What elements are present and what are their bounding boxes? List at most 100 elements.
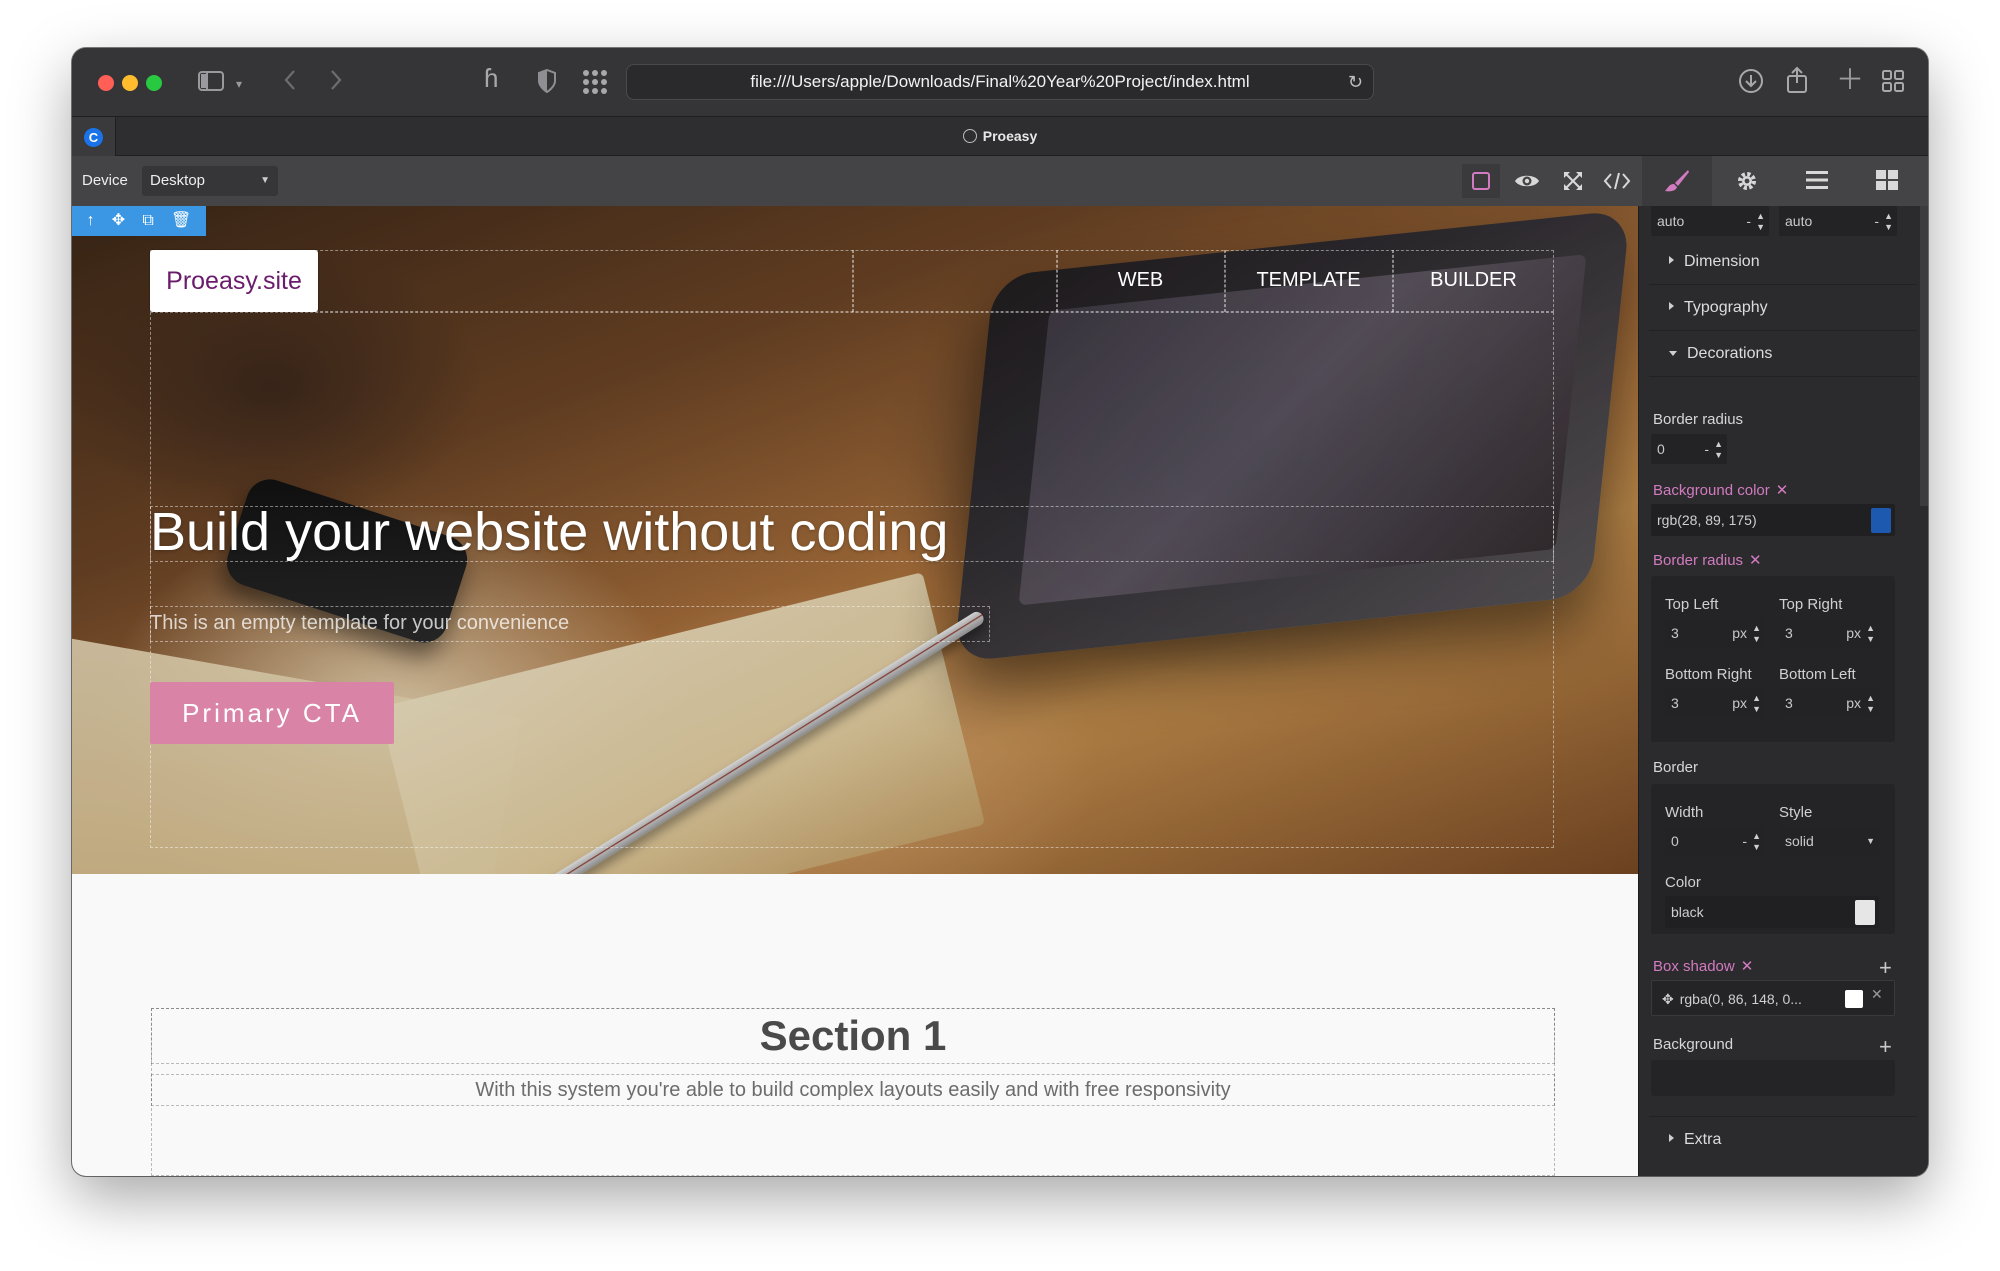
stepper-arrows-icon[interactable]: ▲ ▼ [1756,206,1765,233]
address-bar[interactable]: file:///Users/apple/Downloads/Final%20Ye… [626,64,1374,100]
chevron-down-icon[interactable]: ▾ [236,72,242,96]
forward-arrow-icon[interactable] [328,68,344,92]
top-left-field[interactable]: 3 px ▲ ▼ [1665,618,1765,648]
box-shadow-color-swatch[interactable] [1845,990,1863,1008]
minimize-window-button[interactable] [122,75,138,91]
add-background-plus-icon[interactable]: + [1879,1036,1892,1058]
bottom-left-field[interactable]: 3 px ▲ ▼ [1779,688,1879,718]
reload-icon[interactable]: ↻ [1348,65,1363,99]
clone-icon[interactable]: ⧉ [142,206,153,236]
section-title[interactable]: Section 1 [151,1008,1555,1064]
editor-canvas[interactable]: Proeasy.site WEB TEMPLATE BUILDER Build … [72,206,1638,1176]
sw-visibility-button[interactable] [1462,164,1500,198]
tab-overview-icon[interactable] [1882,70,1904,92]
tab-title: Proeasy [982,128,1038,144]
stepper-arrows-icon[interactable]: ▲ ▼ [1752,688,1761,715]
chevron-down-icon: ▼ [260,175,270,186]
device-select-value: Desktop [150,172,206,189]
background-label: Background [1653,1036,1734,1053]
border-width-field[interactable]: 0- ▲ ▼ [1665,826,1765,856]
border-color-swatch[interactable] [1855,900,1875,925]
border-color-input[interactable]: black [1665,896,1879,928]
zoom-window-button[interactable] [146,75,162,91]
stepper-arrows-icon[interactable]: ▲ ▼ [1752,826,1761,853]
top-right-field[interactable]: 3 px ▲ ▼ [1779,618,1879,648]
nav-link-builder[interactable]: BUILDER [1393,250,1554,310]
hero-section[interactable]: Proeasy.site WEB TEMPLATE BUILDER Build … [72,206,1638,874]
style-manager-tab[interactable] [1642,156,1712,206]
position-field-2[interactable]: auto - ▲ ▼ [1779,206,1897,236]
border-width-label: Width [1665,804,1704,821]
sector-typography[interactable]: Typography [1649,285,1917,331]
back-arrow-icon[interactable] [282,68,298,92]
border-color-label: Color [1665,874,1701,891]
clear-property-icon[interactable]: ✕ [1749,552,1762,569]
move-icon[interactable]: ✥ [1662,991,1674,1007]
select-parent-arrow-icon[interactable]: ↑ [87,206,95,236]
active-tab[interactable]: Proeasy [72,117,1928,156]
style-manager-panel: auto - ▲ ▼ auto - ▲ ▼ Dimension Typography… [1638,206,1928,1176]
sidebar-toggle-icon[interactable] [198,70,224,92]
url-text: file:///Users/apple/Downloads/Final%20Ye… [750,72,1250,91]
nav-link-template[interactable]: TEMPLATE [1225,250,1392,310]
new-tab-plus-icon[interactable]: ＋ [1836,66,1864,94]
position-field-1[interactable]: auto - ▲ ▼ [1651,206,1769,236]
top-left-label: Top Left [1665,596,1719,613]
selection-toolbar: ↑ ✥ ⧉ 🗑 [72,206,206,236]
border-style-select[interactable]: solid ▼ [1779,826,1879,856]
box-shadow-label: Box shadow ✕ [1653,958,1754,975]
background-color-swatch[interactable] [1871,508,1891,533]
layer-manager-tab[interactable] [1782,156,1852,206]
stepper-arrows-icon[interactable]: ▲ ▼ [1866,618,1875,645]
primary-cta-button[interactable]: Primary CTA [150,682,394,744]
hero-subtitle[interactable]: This is an empty template for your conve… [150,608,1050,638]
panel-scrollbar[interactable] [1920,206,1928,506]
compass-icon [962,129,977,143]
blocks-tab[interactable] [1852,156,1922,206]
nav-link-web[interactable]: WEB [1057,250,1224,310]
stepper-arrows-icon[interactable]: ▲ ▼ [1884,206,1893,233]
caret-down-icon [1669,351,1677,356]
code-view-button[interactable] [1598,164,1636,198]
site-logo[interactable]: Proeasy.site [150,250,318,312]
delete-trash-icon[interactable]: 🗑 [171,206,191,236]
share-icon[interactable] [1786,66,1808,94]
border-style-label: Style [1779,804,1813,821]
stepper-arrows-icon[interactable]: ▲ ▼ [1752,618,1761,645]
shield-icon[interactable] [538,69,556,93]
bottom-left-label: Bottom Left [1779,666,1856,683]
move-icon[interactable]: ✥ [112,206,125,236]
sector-decorations[interactable]: Decorations [1649,331,1917,377]
site-logo-text: Proeasy.site [166,267,302,295]
fullscreen-button[interactable] [1554,164,1592,198]
background-color-input[interactable]: rgb(28, 89, 175) [1651,504,1895,536]
sector-extra[interactable]: Extra [1649,1116,1917,1162]
device-label: Device [82,172,128,189]
sector-dimension[interactable]: Dimension [1649,239,1917,285]
bottom-right-field[interactable]: 3 px ▲ ▼ [1665,688,1765,718]
background-color-label: Background color ✕ [1653,482,1789,499]
extension-h-icon[interactable]: ɦ [484,65,498,91]
border-radius-field[interactable]: 0 - ▲ ▼ [1651,434,1727,464]
stepper-arrows-icon[interactable]: ▲ ▼ [1714,434,1723,461]
device-select[interactable]: Desktop ▼ [142,166,278,196]
settings-gear-tab[interactable] [1712,156,1782,206]
apps-grid-icon[interactable] [582,69,608,95]
preview-eye-button[interactable] [1508,164,1546,198]
tab-bar: C Proeasy [72,116,1928,156]
background-layers-box[interactable] [1651,1060,1895,1096]
caret-right-icon [1669,302,1674,310]
add-box-shadow-plus-icon[interactable]: + [1879,957,1892,979]
editor-toolbar: Device Desktop ▼ [72,156,1928,206]
download-icon[interactable] [1738,68,1764,94]
close-window-button[interactable] [98,75,114,91]
clear-property-icon[interactable]: ✕ [1741,958,1754,975]
border-label: Border [1653,759,1699,776]
hero-title[interactable]: Build your website without coding [150,494,1300,570]
section-description[interactable]: With this system you're able to build co… [151,1074,1555,1106]
caret-right-icon [1669,256,1674,264]
stepper-arrows-icon[interactable]: ▲ ▼ [1866,688,1875,715]
remove-layer-icon[interactable]: ✕ [1871,986,1883,1003]
clear-property-icon[interactable]: ✕ [1776,482,1789,499]
caret-right-icon [1669,1134,1674,1142]
